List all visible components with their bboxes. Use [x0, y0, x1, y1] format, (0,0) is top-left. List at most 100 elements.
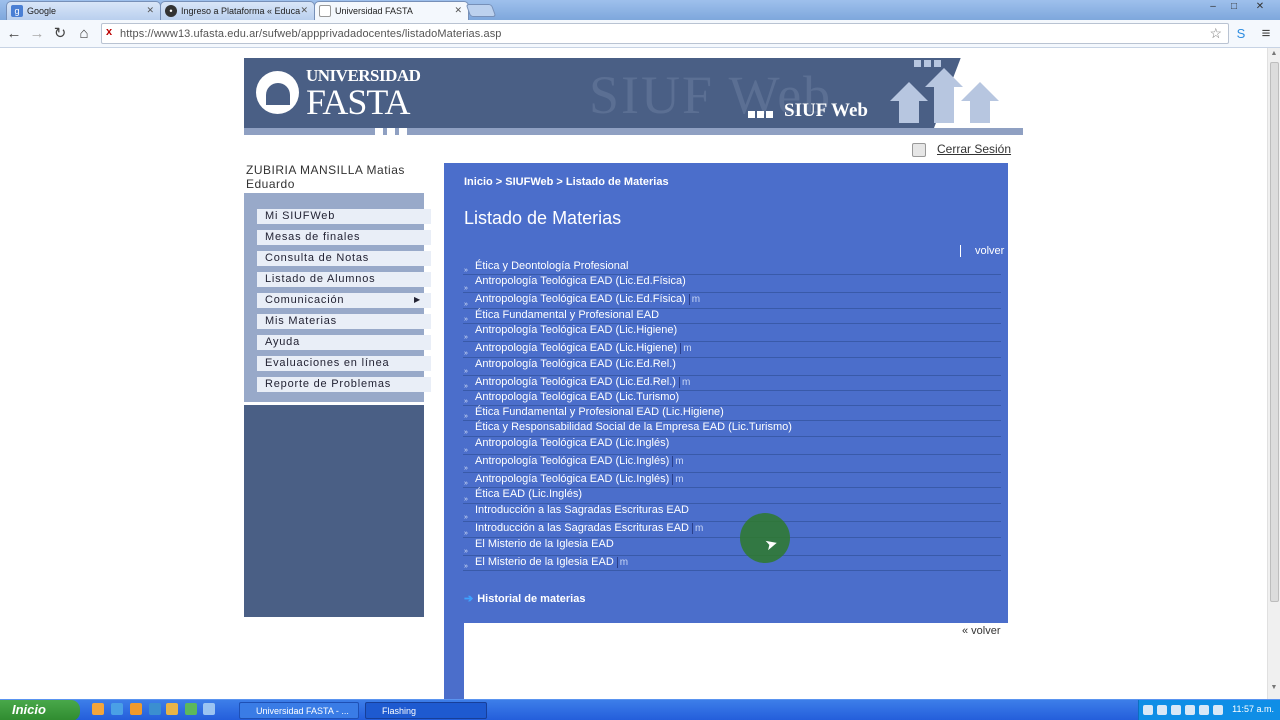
moodle-icon[interactable]: m	[680, 343, 692, 354]
lock-icon[interactable]	[912, 143, 926, 157]
course-row[interactable]: » Antropología Teológica EAD (Lic.Ed.Rel.…	[463, 358, 1001, 376]
course-row[interactable]: » Introducción a las Sagradas Escrituras …	[463, 504, 1001, 522]
course-row[interactable]: » Antropología Teológica EAD (Lic.Higiene…	[463, 342, 1001, 358]
course-row[interactable]: » Antropología Teológica EAD (Lic.Ed.Físi…	[463, 293, 1001, 309]
course-row[interactable]: » Ética EAD (Lic.Inglés)	[463, 488, 1001, 504]
course-name[interactable]: Antropología Teológica EAD (Lic.Higiene)	[475, 342, 677, 354]
moodle-icon[interactable]: m	[672, 474, 684, 485]
tab-google[interactable]: g Google ✕	[6, 1, 161, 20]
course-name[interactable]: Antropología Teológica EAD (Lic.Inglés)	[475, 455, 669, 467]
course-row[interactable]: » Ética Fundamental y Profesional EAD (Li…	[463, 406, 1001, 421]
sidebar-item-ayuda[interactable]: Ayuda	[257, 335, 431, 350]
address-bar[interactable]: x https://www13.ufasta.edu.ar/sufweb/app…	[101, 23, 1229, 44]
course-name[interactable]: Introducción a las Sagradas Escrituras E…	[475, 522, 689, 534]
forward-icon[interactable]: →	[28, 25, 46, 42]
course-name[interactable]: Ética y Deontología Profesional	[475, 260, 628, 272]
course-name[interactable]: Antropología Teológica EAD (Lic.Ed.Físic…	[475, 275, 686, 287]
moodle-icon[interactable]: m	[688, 294, 700, 305]
course-name[interactable]: Ética Fundamental y Profesional EAD	[475, 309, 659, 321]
course-name[interactable]: Ética EAD (Lic.Inglés)	[475, 488, 582, 500]
course-name[interactable]: Antropología Teológica EAD (Lic.Inglés)	[475, 473, 669, 485]
course-row[interactable]: » El Misterio de la Iglesia EAD	[463, 538, 1001, 556]
firefox-icon[interactable]	[130, 703, 142, 715]
moodle-icon[interactable]: m	[678, 377, 690, 388]
quicklaunch-icon[interactable]	[203, 703, 215, 715]
task-flashing[interactable]: Flashing	[365, 702, 487, 719]
course-row[interactable]: » Antropología Teológica EAD (Lic.Ed.Rel.…	[463, 376, 1001, 391]
sidebar-item-mesas-de-finales[interactable]: Mesas de finales	[257, 230, 431, 245]
course-name[interactable]: Antropología Teológica EAD (Lic.Higiene)	[475, 324, 677, 336]
course-name[interactable]: Antropología Teológica EAD (Lic.Inglés)	[475, 437, 669, 449]
tray-icon[interactable]	[1143, 705, 1153, 715]
tab-universidad-fasta[interactable]: Universidad FASTA ✕	[314, 1, 469, 20]
skype-icon[interactable]: S	[1232, 25, 1250, 42]
sidebar-item-mi-siufweb[interactable]: Mi SIUFWeb	[257, 209, 431, 224]
historial-link[interactable]: ➔ Historial de materias	[464, 592, 585, 605]
quicklaunch-icon[interactable]	[149, 703, 161, 715]
scroll-up-icon[interactable]: ▲	[1268, 50, 1280, 57]
course-row[interactable]: » Antropología Teológica EAD (Lic.Inglés)…	[463, 455, 1001, 473]
new-tab-button[interactable]	[465, 4, 497, 17]
sidebar-item-comunicacion[interactable]: Comunicación ▶	[257, 293, 431, 308]
sidebar-item-consulta-de-notas[interactable]: Consulta de Notas	[257, 251, 431, 266]
close-tab-icon[interactable]: ✕	[300, 5, 308, 16]
home-icon[interactable]: ⌂	[75, 25, 93, 42]
course-name[interactable]: El Misterio de la Iglesia EAD	[475, 538, 614, 550]
course-row[interactable]: » Antropología Teológica EAD (Lic.Inglés)	[463, 437, 1001, 455]
tray-icon[interactable]	[1185, 705, 1195, 715]
moodle-icon[interactable]: m	[672, 456, 684, 467]
course-name[interactable]: Ética Fundamental y Profesional EAD (Lic…	[475, 406, 724, 418]
course-row[interactable]: » Antropología Teológica EAD (Lic.Turismo…	[463, 391, 1001, 406]
scroll-down-icon[interactable]: ▼	[1268, 684, 1280, 691]
ie-icon[interactable]	[111, 703, 123, 715]
url-text[interactable]: https://www13.ufasta.edu.ar/sufweb/apppr…	[120, 28, 502, 40]
close-window-icon[interactable]: ✕	[1250, 1, 1270, 12]
scroll-thumb[interactable]	[1270, 62, 1279, 602]
quicklaunch-icon[interactable]	[92, 703, 104, 715]
logout-link[interactable]: Cerrar Sesión	[937, 142, 1011, 156]
minimize-icon[interactable]: –	[1203, 1, 1223, 12]
sidebar-item-reporte-de-problemas[interactable]: Reporte de Problemas	[257, 377, 431, 392]
course-row[interactable]: » Ética Fundamental y Profesional EAD	[463, 309, 1001, 324]
course-row[interactable]: » Antropología Teológica EAD (Lic.Higiene…	[463, 324, 1001, 342]
reload-icon[interactable]: ↻	[51, 25, 69, 42]
task-universidad-fasta[interactable]: Universidad FASTA - ...	[239, 702, 359, 719]
course-name[interactable]: Antropología Teológica EAD (Lic.Ed.Rel.)	[475, 376, 676, 388]
sidebar-item-evaluaciones-en-linea[interactable]: Evaluaciones en línea	[257, 356, 431, 371]
star-icon[interactable]: ☆	[1209, 25, 1222, 42]
quicklaunch-icon[interactable]	[185, 703, 197, 715]
start-button[interactable]: Inicio	[0, 700, 80, 720]
course-row[interactable]: » El Misterio de la Iglesia EAD m	[463, 556, 1001, 571]
course-row[interactable]: » Antropología Teológica EAD (Lic.Inglés)…	[463, 473, 1001, 488]
sidebar-item-listado-de-alumnos[interactable]: Listado de Alumnos	[257, 272, 431, 287]
volver-link[interactable]: volver	[960, 245, 1004, 257]
course-name[interactable]: Introducción a las Sagradas Escrituras E…	[475, 504, 689, 516]
course-name[interactable]: El Misterio de la Iglesia EAD	[475, 556, 614, 568]
folder-icon[interactable]	[166, 703, 178, 715]
breadcrumb[interactable]: Inicio > SIUFWeb > Listado de Materias	[464, 176, 669, 188]
course-row[interactable]: » Antropología Teológica EAD (Lic.Ed.Físi…	[463, 275, 1001, 293]
tray-icon[interactable]	[1213, 705, 1223, 715]
maximize-icon[interactable]: □	[1224, 1, 1244, 12]
page-scrollbar[interactable]: ▲ ▼	[1267, 48, 1280, 699]
course-row[interactable]: » Ética y Responsabilidad Social de la Em…	[463, 421, 1001, 437]
sidebar-item-mis-materias[interactable]: Mis Materias	[257, 314, 431, 329]
close-tab-icon[interactable]: ✕	[146, 5, 154, 16]
back-icon[interactable]: ←	[5, 25, 23, 42]
tab-plataforma[interactable]: • Ingreso a Plataforma « Educa ✕	[160, 1, 315, 20]
tray-icon[interactable]	[1171, 705, 1181, 715]
tray-icon[interactable]	[1157, 705, 1167, 715]
course-row[interactable]: » Ética y Deontología Profesional	[463, 260, 1001, 275]
close-tab-icon[interactable]: ✕	[454, 5, 462, 16]
moodle-icon[interactable]: m	[616, 557, 628, 568]
course-row[interactable]: » Introducción a las Sagradas Escrituras …	[463, 522, 1001, 538]
volver-bottom-link[interactable]: « volver	[962, 625, 1001, 637]
course-name[interactable]: Ética y Responsabilidad Social de la Emp…	[475, 421, 792, 433]
course-name[interactable]: Antropología Teológica EAD (Lic.Ed.Rel.)	[475, 358, 676, 370]
moodle-icon[interactable]: m	[692, 523, 703, 534]
stripe-dot	[375, 128, 383, 135]
course-name[interactable]: Antropología Teológica EAD (Lic.Ed.Físic…	[475, 293, 686, 305]
course-name[interactable]: Antropología Teológica EAD (Lic.Turismo)	[475, 391, 679, 403]
tray-icon[interactable]	[1199, 705, 1209, 715]
menu-icon[interactable]: ≡	[1257, 25, 1275, 42]
